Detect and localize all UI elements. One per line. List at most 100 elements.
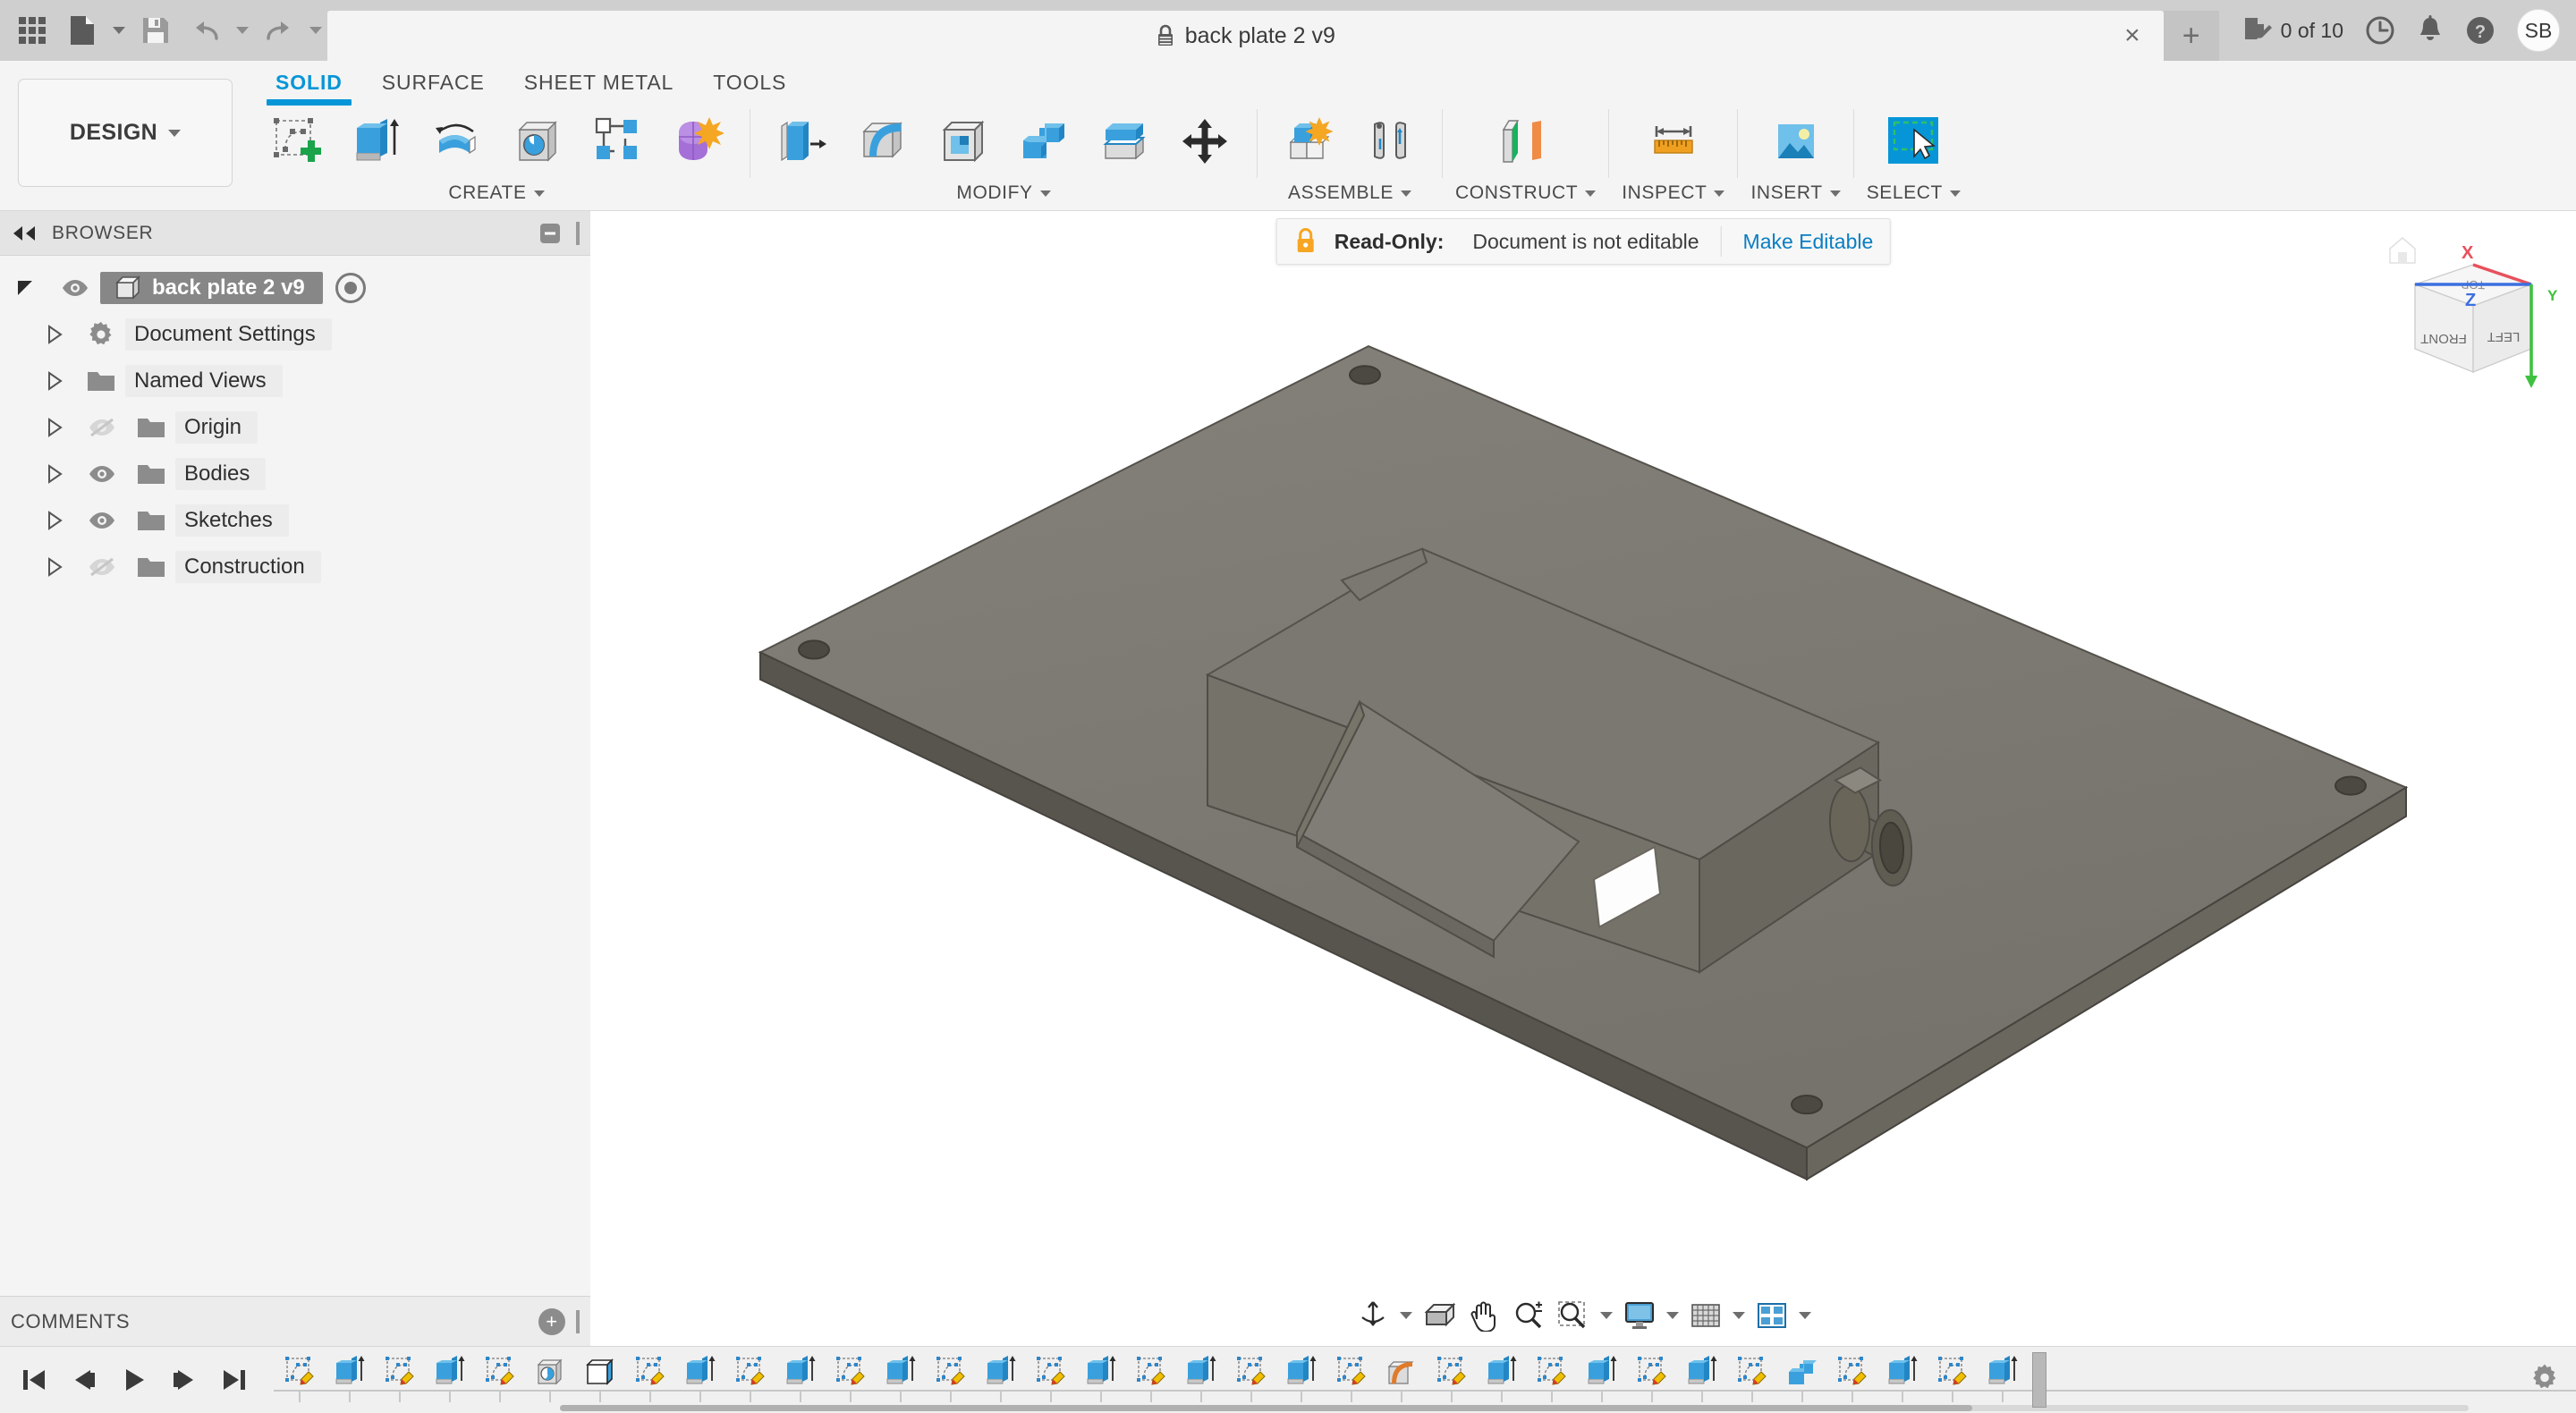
zoom-button[interactable] — [1507, 1294, 1550, 1337]
timeline-feature-extrude[interactable] — [324, 1347, 374, 1413]
fit-caret-icon[interactable] — [1597, 1294, 1616, 1337]
tree-expand-icon[interactable] — [32, 557, 77, 577]
comments-resize-grip[interactable] — [576, 1309, 580, 1333]
construct-group-label-row[interactable]: CONSTRUCT — [1455, 176, 1597, 210]
comments-bar[interactable]: COMMENTS + — [0, 1296, 590, 1346]
tree-expand-icon[interactable] — [32, 464, 77, 484]
insert-canvas-button[interactable] — [1757, 106, 1835, 176]
timeline-feature-extrude[interactable] — [1175, 1347, 1225, 1413]
add-comment-icon[interactable]: + — [538, 1307, 565, 1335]
timeline-feature-sketch[interactable] — [1326, 1347, 1376, 1413]
timeline-feature-combine[interactable] — [1776, 1347, 1826, 1413]
document-tab[interactable]: back plate 2 v9 × — [327, 11, 2164, 61]
timeline-feature-sketch[interactable] — [1927, 1347, 1977, 1413]
tree-expand-icon[interactable] — [32, 511, 77, 530]
tab-close-icon[interactable]: × — [2124, 22, 2140, 49]
tree-item-bodies[interactable]: Bodies — [0, 451, 590, 497]
timeline-feature-fillet[interactable] — [1376, 1347, 1426, 1413]
viewports-button[interactable] — [1750, 1294, 1793, 1337]
file-menu-caret-icon[interactable] — [107, 5, 131, 55]
timeline-play-button[interactable] — [111, 1357, 157, 1403]
visibility-eye-icon[interactable] — [77, 464, 127, 484]
user-avatar[interactable]: SB — [2517, 9, 2560, 52]
view-cube[interactable]: FRONT LEFT TOP X Z Y — [2379, 229, 2567, 408]
save-button[interactable] — [131, 5, 181, 55]
timeline-feature-extrude[interactable] — [775, 1347, 825, 1413]
new-component-button[interactable] — [1270, 106, 1349, 176]
visibility-eye-icon[interactable] — [77, 511, 127, 530]
tab-surface[interactable]: SURFACE — [362, 64, 504, 100]
tree-expand-icon[interactable] — [0, 278, 50, 298]
tree-expand-icon[interactable] — [32, 371, 77, 391]
select-button[interactable] — [1874, 106, 1953, 176]
select-group-label-row[interactable]: SELECT — [1867, 176, 1961, 210]
notifications-button[interactable] — [2408, 4, 2453, 56]
redo-caret-icon[interactable] — [304, 5, 327, 55]
tree-item-root[interactable]: back plate 2 v9 — [0, 265, 590, 311]
timeline-feature-shell[interactable] — [574, 1347, 624, 1413]
timeline-feature-extrude[interactable] — [1075, 1347, 1125, 1413]
help-button[interactable]: ? — [2456, 4, 2504, 56]
create-sketch-button[interactable] — [256, 106, 335, 176]
timeline-feature-sketch[interactable] — [925, 1347, 975, 1413]
timeline-begin-button[interactable] — [11, 1357, 57, 1403]
timeline-feature-sketch[interactable] — [274, 1347, 324, 1413]
timeline-step-forward-button[interactable] — [161, 1357, 208, 1403]
editable-documents-indicator[interactable]: 0 of 10 — [2233, 4, 2352, 56]
timeline-feature-sketch[interactable] — [825, 1347, 875, 1413]
visibility-eye-off-icon[interactable] — [77, 556, 127, 578]
tab-sheet-metal[interactable]: SHEET METAL — [504, 64, 694, 100]
timeline-feature-sketch[interactable] — [724, 1347, 775, 1413]
move-copy-button[interactable] — [1165, 106, 1244, 176]
display-settings-button[interactable] — [1618, 1294, 1661, 1337]
tab-solid[interactable]: SOLID — [256, 64, 362, 106]
timeline-feature-extrude[interactable] — [1275, 1347, 1326, 1413]
orbit-caret-icon[interactable] — [1396, 1294, 1416, 1337]
file-menu-button[interactable] — [57, 5, 107, 55]
timeline-feature-sketch[interactable] — [1025, 1347, 1075, 1413]
show-data-panel-button[interactable] — [7, 5, 57, 55]
grid-snaps-button[interactable] — [1684, 1294, 1727, 1337]
timeline-end-button[interactable] — [211, 1357, 258, 1403]
timeline-feature-extrude[interactable] — [1877, 1347, 1927, 1413]
timeline-step-back-button[interactable] — [61, 1357, 107, 1403]
tree-item-origin[interactable]: Origin — [0, 404, 590, 451]
tree-item-named-views[interactable]: Named Views — [0, 358, 590, 404]
tree-expand-icon[interactable] — [32, 325, 77, 344]
timeline-feature-hole[interactable] — [524, 1347, 574, 1413]
joint-button[interactable] — [1351, 106, 1429, 176]
timeline-feature-extrude[interactable] — [1576, 1347, 1626, 1413]
orbit-button[interactable] — [1352, 1294, 1394, 1337]
redo-button[interactable] — [254, 5, 304, 55]
look-at-button[interactable] — [1418, 1294, 1461, 1337]
timeline-feature-extrude[interactable] — [975, 1347, 1025, 1413]
visibility-eye-off-icon[interactable] — [77, 417, 127, 438]
tree-item-sketches[interactable]: Sketches — [0, 497, 590, 544]
revolve-button[interactable] — [417, 106, 496, 176]
pan-button[interactable] — [1462, 1294, 1505, 1337]
undo-button[interactable] — [181, 5, 231, 55]
recent-documents-button[interactable] — [2356, 4, 2404, 56]
timeline-feature-sketch[interactable] — [474, 1347, 524, 1413]
timeline-feature-sketch[interactable] — [374, 1347, 424, 1413]
combine-button[interactable] — [1004, 106, 1083, 176]
timeline-end-marker[interactable] — [2032, 1352, 2046, 1408]
new-tab-button[interactable]: + — [2163, 11, 2219, 61]
timeline-feature-sketch[interactable] — [1626, 1347, 1676, 1413]
press-pull-button[interactable] — [763, 106, 842, 176]
collapse-panel-icon[interactable] — [11, 225, 38, 241]
workspace-selector[interactable]: DESIGN — [18, 79, 233, 187]
assemble-group-label-row[interactable]: ASSEMBLE — [1288, 176, 1411, 210]
offset-plane-button[interactable] — [1477, 106, 1575, 176]
hole-button[interactable] — [497, 106, 576, 176]
fillet-button[interactable] — [843, 106, 922, 176]
measure-button[interactable] — [1634, 106, 1713, 176]
display-settings-caret-icon[interactable] — [1663, 1294, 1682, 1337]
timeline-feature-sketch[interactable] — [624, 1347, 674, 1413]
tree-expand-icon[interactable] — [32, 418, 77, 437]
timeline-feature-sketch[interactable] — [1826, 1347, 1877, 1413]
offset-face-button[interactable] — [1085, 106, 1164, 176]
timeline-feature-extrude[interactable] — [674, 1347, 724, 1413]
browser-minimize-icon[interactable] — [538, 222, 562, 245]
create-form-button[interactable] — [658, 106, 737, 176]
